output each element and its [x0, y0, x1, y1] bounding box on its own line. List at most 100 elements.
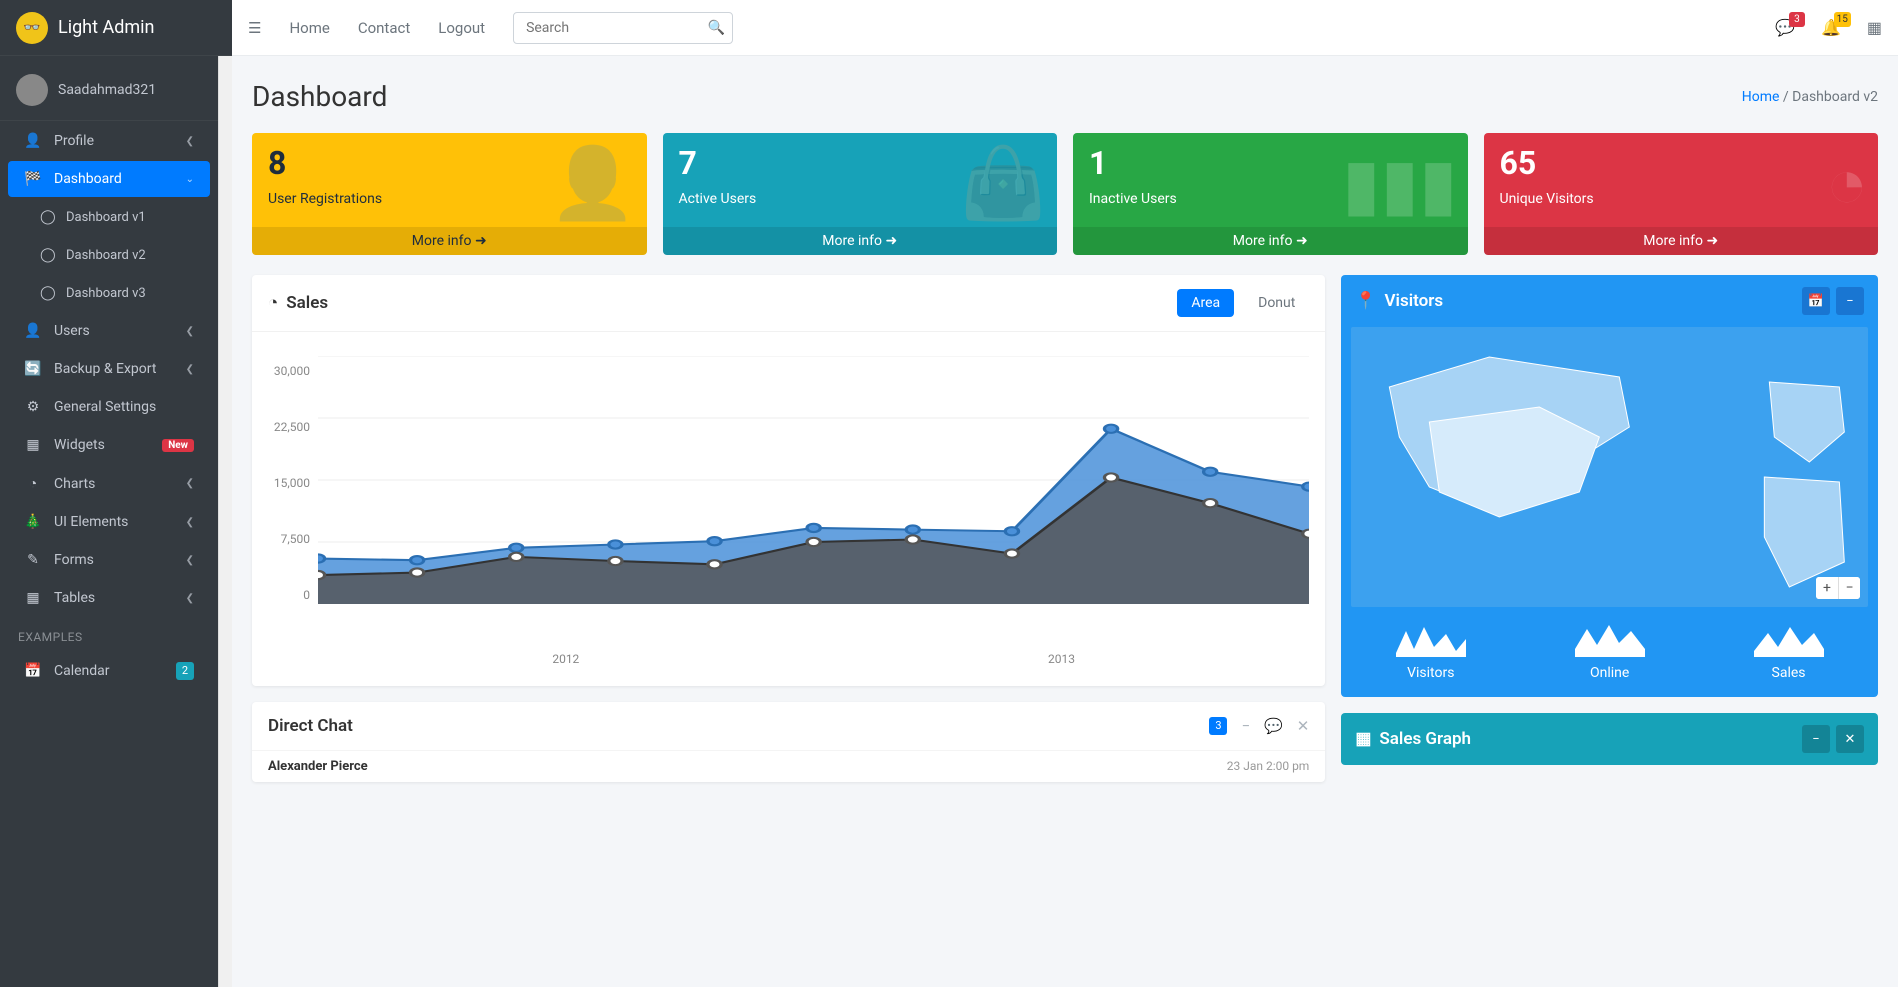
- sales-graph-title: ▦ Sales Graph: [1355, 729, 1471, 749]
- y-tick: 15,000: [268, 476, 310, 490]
- card-title-text: Visitors: [1385, 291, 1444, 311]
- visitors-map[interactable]: + −: [1351, 327, 1868, 607]
- user-icon: 👤: [24, 323, 42, 339]
- arrow-icon: ➜: [1706, 233, 1718, 249]
- minimize-icon[interactable]: −: [1836, 287, 1864, 315]
- stat-label: Visitors: [1396, 665, 1466, 681]
- sidebar-item-label: Users: [54, 323, 174, 339]
- topbar-link-contact[interactable]: Contact: [358, 19, 410, 37]
- sidebar-item-label: Dashboard v3: [66, 286, 194, 301]
- visitors-card-title: 📍 Visitors: [1355, 291, 1443, 311]
- sidebar-item-users[interactable]: 👤 Users ❮: [8, 313, 210, 349]
- stat-cta: More info: [1233, 233, 1293, 249]
- user-panel[interactable]: Saadahmad321: [0, 60, 218, 121]
- chevron-left-icon: ❮: [186, 364, 194, 375]
- th-icon: ▦: [24, 437, 42, 453]
- map-zoom-controls: + −: [1816, 577, 1860, 599]
- sidebar-item-tables[interactable]: ▦ Tables ❮: [8, 580, 210, 616]
- sidebar-item-profile[interactable]: 👤 Profile ❮: [8, 123, 210, 159]
- chat-badge: 3: [1209, 717, 1227, 735]
- y-tick: 7,500: [268, 532, 310, 546]
- tab-donut[interactable]: Donut: [1244, 289, 1309, 317]
- search-icon[interactable]: 🔍: [708, 20, 725, 36]
- pie-icon: ◔: [1826, 143, 1868, 225]
- stat-footer-link[interactable]: More info ➜: [1073, 227, 1468, 255]
- breadcrumb-home[interactable]: Home: [1742, 89, 1780, 105]
- circle-icon: ◯: [40, 285, 54, 301]
- zoom-out-button[interactable]: −: [1838, 577, 1860, 599]
- sidebar-scrollbar[interactable]: [218, 56, 232, 987]
- x-tick: 2012: [552, 652, 579, 666]
- tab-area[interactable]: Area: [1177, 289, 1234, 317]
- sparkline-icon: [1575, 619, 1645, 657]
- sidebar-item-charts[interactable]: ◔ Charts ❮: [8, 465, 210, 502]
- visitors-stat-online[interactable]: Online: [1575, 619, 1645, 681]
- messages-icon[interactable]: 💬 3: [1775, 18, 1795, 37]
- tree-icon: 🎄: [24, 514, 42, 530]
- zoom-in-button[interactable]: +: [1816, 577, 1838, 599]
- sidebar-item-label: Dashboard v2: [66, 248, 194, 263]
- card-title-text: Sales: [286, 293, 328, 313]
- y-tick: 30,000: [268, 364, 310, 378]
- page-title: Dashboard: [252, 80, 387, 113]
- notifications-icon[interactable]: 🔔 15: [1821, 18, 1841, 37]
- sidebar-subitem-dashboard-v3[interactable]: ◯ Dashboard v3: [12, 275, 210, 311]
- sidebar-item-calendar[interactable]: 📅 Calendar 2: [8, 652, 210, 690]
- sidebar-subitem-dashboard-v1[interactable]: ◯ Dashboard v1: [12, 199, 210, 235]
- search-input[interactable]: [513, 12, 733, 44]
- sidebar-subitem-dashboard-v2[interactable]: ◯ Dashboard v2: [12, 237, 210, 273]
- user-icon: 👤: [24, 133, 42, 149]
- stat-footer-link[interactable]: More info ➜: [252, 227, 647, 255]
- sidebar-item-label: Profile: [54, 133, 174, 149]
- messages-badge: 3: [1789, 12, 1805, 27]
- topbar-link-logout[interactable]: Logout: [438, 19, 485, 37]
- menu-toggle-icon[interactable]: ☰: [248, 19, 261, 37]
- sidebar-item-label: Widgets: [54, 437, 150, 453]
- topbar-link-home[interactable]: Home: [289, 19, 329, 37]
- card-title-text: Sales Graph: [1379, 729, 1471, 749]
- sparkline-icon: [1396, 619, 1466, 657]
- stat-label: Sales: [1754, 665, 1824, 681]
- y-tick: 0: [268, 588, 310, 602]
- main: ☰ Home Contact Logout 🔍 💬 3 🔔 15 ▦ Dashb…: [232, 0, 1898, 987]
- stat-box-inactive-users: 1 Inactive Users ▮▮▮ More info ➜: [1073, 133, 1468, 255]
- calendar-tool-icon[interactable]: 📅: [1802, 287, 1830, 315]
- chevron-down-icon: ⌄: [186, 174, 194, 185]
- stat-footer-link[interactable]: More info ➜: [1484, 227, 1879, 255]
- visitors-stat-sales[interactable]: Sales: [1754, 619, 1824, 681]
- sales-card: ◔ Sales Area Donut 30,000: [252, 275, 1325, 686]
- page-header: Dashboard Home / Dashboard v2: [252, 80, 1878, 113]
- stat-value: 65: [1500, 147, 1863, 179]
- sidebar-item-forms[interactable]: ✎ Forms ❮: [8, 542, 210, 578]
- calendar-icon: 📅: [24, 663, 42, 679]
- sidebar-item-settings[interactable]: ⚙ General Settings: [8, 389, 210, 425]
- map-pin-icon: 📍: [1355, 291, 1376, 311]
- sidebar-item-label: Calendar: [54, 663, 164, 679]
- apps-icon[interactable]: ▦: [1867, 18, 1882, 37]
- tachometer-icon: 🏁: [24, 171, 42, 187]
- gear-icon: ⚙: [24, 399, 42, 415]
- visitors-stat-visitors[interactable]: Visitors: [1396, 619, 1466, 681]
- minimize-icon[interactable]: −: [1241, 717, 1250, 735]
- sidebar-item-label: Tables: [54, 590, 174, 606]
- chat-icon[interactable]: 💬: [1264, 717, 1283, 735]
- content: Dashboard Home / Dashboard v2 8 User Reg…: [232, 56, 1898, 987]
- chat-item[interactable]: Alexander Pierce 23 Jan 2:00 pm: [252, 750, 1325, 782]
- sidebar-item-widgets[interactable]: ▦ Widgets New: [8, 427, 210, 463]
- stat-footer-link[interactable]: More info ➜: [663, 227, 1058, 255]
- sidebar-item-backup[interactable]: 🔄 Backup & Export ❮: [8, 351, 210, 387]
- chart-svg: [318, 356, 1309, 604]
- brand[interactable]: 👓 Light Admin: [0, 0, 232, 56]
- edit-icon: ✎: [24, 552, 42, 568]
- minimize-icon[interactable]: −: [1802, 725, 1830, 753]
- arrow-icon: ➜: [1296, 233, 1308, 249]
- avatar: [16, 74, 48, 106]
- sidebar-item-ui-elements[interactable]: 🎄 UI Elements ❮: [8, 504, 210, 540]
- close-icon[interactable]: ✕: [1836, 725, 1864, 753]
- stat-cta: More info: [1643, 233, 1703, 249]
- chevron-left-icon: ❮: [186, 326, 194, 337]
- circle-icon: ◯: [40, 209, 54, 225]
- chat-item-time: 23 Jan 2:00 pm: [1227, 759, 1310, 774]
- close-icon[interactable]: ✕: [1297, 717, 1310, 735]
- sidebar-item-dashboard[interactable]: 🏁 Dashboard ⌄: [8, 161, 210, 197]
